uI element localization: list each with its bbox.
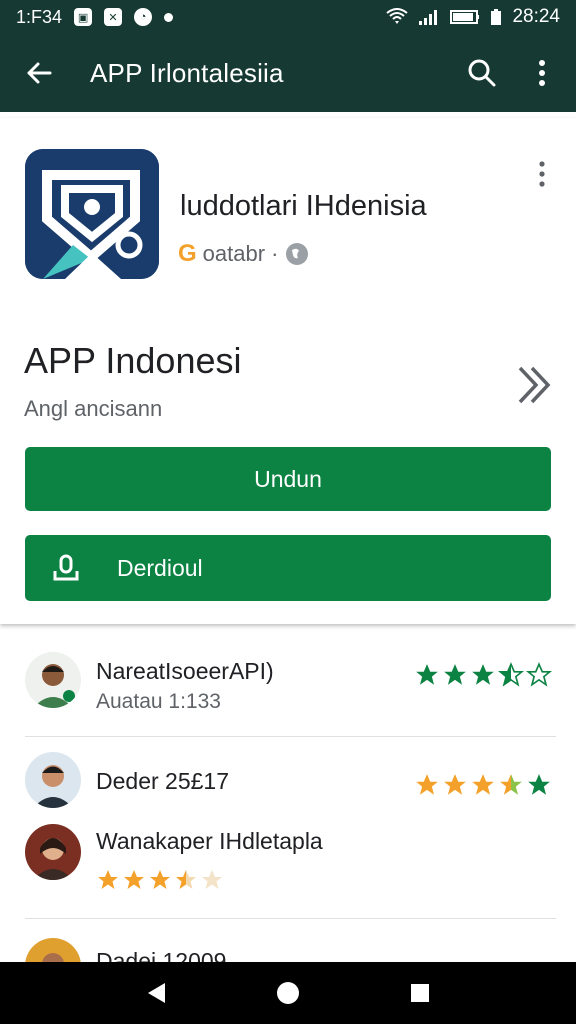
star-icon <box>444 664 466 685</box>
battery-icon <box>450 10 480 24</box>
nav-recents-icon <box>411 984 429 1002</box>
app-bar: APP Irlontalesiia <box>0 34 576 112</box>
navigation-bar <box>0 962 576 1024</box>
status-left-text: 1:F34 <box>16 6 63 27</box>
app-subtitle: Angl ancisann <box>24 396 163 421</box>
search-icon <box>468 59 496 87</box>
install-button[interactable]: Undun <box>25 447 551 511</box>
download-button-label: Derdioul <box>117 554 203 581</box>
star-icon <box>176 870 196 889</box>
nav-home-icon <box>277 982 299 1004</box>
card-more-button[interactable] <box>528 156 556 192</box>
battery-saver-icon <box>491 9 502 25</box>
back-button[interactable] <box>22 56 56 90</box>
more-options-button[interactable] <box>524 55 560 91</box>
notification-icon: ▣ <box>74 8 93 26</box>
wifi-icon <box>386 8 409 24</box>
avatar-image <box>25 752 81 808</box>
install-button-label: Undun <box>254 465 322 492</box>
star-icon <box>150 870 170 889</box>
more-vert-icon <box>539 60 545 86</box>
avatar-image <box>25 652 81 708</box>
alarm-icon: ◔ <box>134 8 153 26</box>
dot-icon <box>164 12 174 22</box>
status-time: 28:24 <box>512 6 560 27</box>
review-stars <box>414 662 552 688</box>
avatar-image <box>25 824 81 880</box>
review-author: NareatIsoeerAPI) <box>96 658 274 684</box>
status-left: 1:F34 ▣ ✕ ◔ <box>16 6 174 28</box>
review-stars <box>414 772 552 798</box>
star-icon <box>416 664 438 685</box>
nav-back-icon <box>148 983 165 1003</box>
review-stars <box>96 868 224 892</box>
review-author: Deder 25£17 <box>96 768 229 794</box>
star-icon <box>528 774 550 795</box>
star-icon <box>124 870 144 889</box>
divider <box>25 736 556 737</box>
developer-meta: G oatabr · <box>178 240 309 268</box>
arrow-left-icon <box>27 62 52 84</box>
avatar <box>25 824 81 880</box>
developer-meta-text: oatabr · <box>202 241 279 266</box>
divider <box>25 918 556 919</box>
search-button[interactable] <box>464 55 500 91</box>
app-logo-icon <box>25 149 159 279</box>
google-icon: G <box>178 240 197 267</box>
download-icon <box>53 554 79 581</box>
star-icon <box>472 774 494 795</box>
developer-name[interactable]: luddotlari IHdenisia <box>180 190 427 223</box>
avatar <box>25 752 81 808</box>
page-title: APP Irlontalesiia <box>90 57 284 88</box>
app-info-card: luddotlari IHdenisia G oatabr · APP Indo… <box>0 118 576 624</box>
status-right: 28:24 <box>386 6 560 28</box>
nav-recents-button[interactable] <box>398 971 442 1015</box>
star-icon <box>472 664 494 685</box>
chevron-right-icon[interactable] <box>512 362 558 408</box>
star-icon <box>98 870 118 889</box>
review-date: Auatau 1:133 <box>96 690 221 713</box>
nav-back-button[interactable] <box>134 971 178 1015</box>
more-vert-icon <box>539 161 545 187</box>
app-title: APP Indonesi <box>24 340 242 381</box>
star-icon <box>500 774 522 795</box>
star-outline-icon <box>526 662 552 687</box>
star-outline-icon <box>202 870 222 889</box>
avatar <box>25 652 81 708</box>
review-author: Wanakaper IHdletapla <box>96 828 323 854</box>
globe-icon <box>285 243 308 265</box>
download-button[interactable]: Derdioul <box>25 535 551 601</box>
notification-icon: ✕ <box>104 8 123 26</box>
signal-icon <box>419 10 438 25</box>
status-bar: 1:F34 ▣ ✕ ◔ 28:24 <box>0 0 576 34</box>
nav-home-button[interactable] <box>266 971 310 1015</box>
star-icon <box>444 774 466 795</box>
star-icon <box>416 774 438 795</box>
app-logo[interactable] <box>25 149 159 279</box>
app-bar-actions <box>464 55 560 91</box>
star-icon <box>498 662 524 687</box>
